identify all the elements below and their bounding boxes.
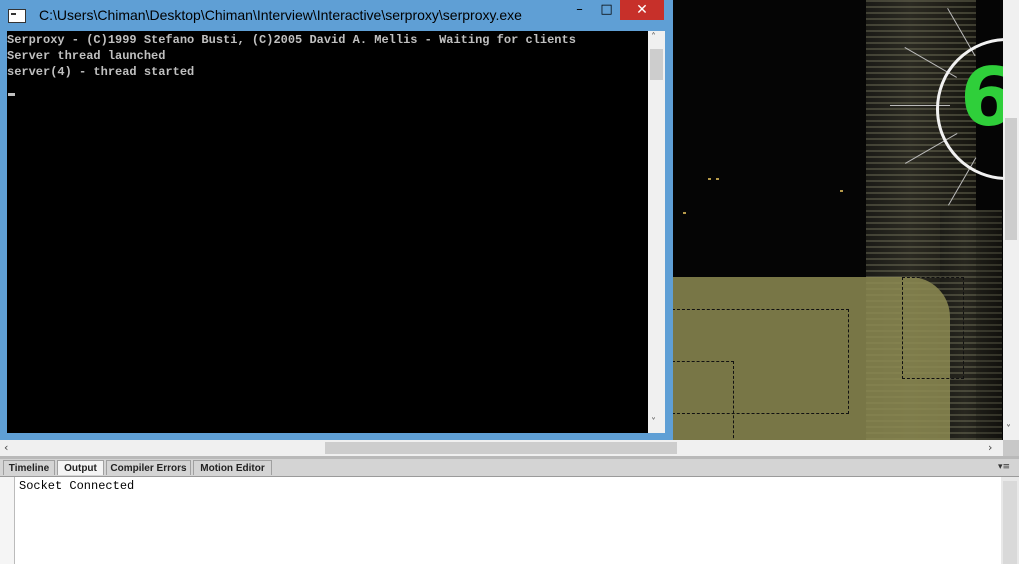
text-cursor bbox=[8, 93, 15, 96]
panel-gutter bbox=[0, 477, 14, 564]
output-text-area[interactable]: Socket Connected bbox=[14, 477, 1002, 564]
stage-horizontal-scrollbar[interactable]: ‹ › bbox=[0, 440, 1003, 456]
scroll-down-arrow-icon[interactable]: ˅ bbox=[1006, 424, 1011, 435]
console-window: C:\Users\Chiman\Desktop\Chiman\Interview… bbox=[0, 0, 673, 440]
console-line: Server thread launched bbox=[7, 49, 166, 63]
minimize-button[interactable]: – bbox=[566, 0, 593, 20]
scroll-up-arrow-icon[interactable]: ˄ bbox=[651, 32, 656, 43]
city-light bbox=[683, 212, 686, 214]
scroll-thumb[interactable] bbox=[650, 49, 663, 80]
console-line: server(4) - thread started bbox=[7, 65, 195, 79]
scroll-left-arrow-icon[interactable]: ‹ bbox=[4, 441, 8, 454]
scroll-right-arrow-icon[interactable]: › bbox=[988, 441, 992, 454]
title-bar[interactable]: C:\Users\Chiman\Desktop\Chiman\Interview… bbox=[0, 0, 673, 30]
tab-compiler-errors[interactable]: Compiler Errors bbox=[106, 460, 191, 475]
console-app-icon[interactable] bbox=[8, 9, 26, 23]
output-message: Socket Connected bbox=[19, 479, 135, 493]
console-vertical-scrollbar[interactable]: ˄ ˅ bbox=[648, 31, 665, 433]
dashed-box bbox=[902, 277, 964, 379]
tab-motion-editor[interactable]: Motion Editor bbox=[193, 460, 272, 475]
dial-number: 6 bbox=[960, 51, 1003, 144]
tab-output[interactable]: Output bbox=[57, 460, 104, 475]
tab-timeline[interactable]: Timeline bbox=[3, 460, 55, 475]
stage-vertical-scrollbar[interactable]: ˅ bbox=[1003, 0, 1019, 440]
panel-tab-bar: Timeline Output Compiler Errors Motion E… bbox=[0, 459, 1019, 477]
panel-menu-icon[interactable]: ▾≡ bbox=[998, 462, 1010, 472]
output-vertical-scrollbar[interactable] bbox=[1001, 477, 1019, 564]
dashed-box bbox=[672, 361, 734, 440]
scroll-thumb[interactable] bbox=[325, 442, 677, 454]
city-light bbox=[840, 190, 843, 192]
scroll-thumb[interactable] bbox=[1005, 118, 1017, 240]
city-light bbox=[708, 178, 711, 180]
window-title: C:\Users\Chiman\Desktop\Chiman\Interview… bbox=[39, 7, 522, 23]
scroll-down-arrow-icon[interactable]: ˅ bbox=[651, 417, 656, 428]
maximize-button[interactable]: □ bbox=[593, 0, 620, 20]
console-output[interactable]: Serproxy - (C)1999 Stefano Busti, (C)200… bbox=[7, 31, 648, 433]
console-line: Serproxy - (C)1999 Stefano Busti, (C)200… bbox=[7, 33, 576, 47]
city-light bbox=[716, 178, 719, 180]
close-button[interactable]: ✕ bbox=[620, 0, 664, 20]
scroll-thumb[interactable] bbox=[1003, 481, 1017, 564]
